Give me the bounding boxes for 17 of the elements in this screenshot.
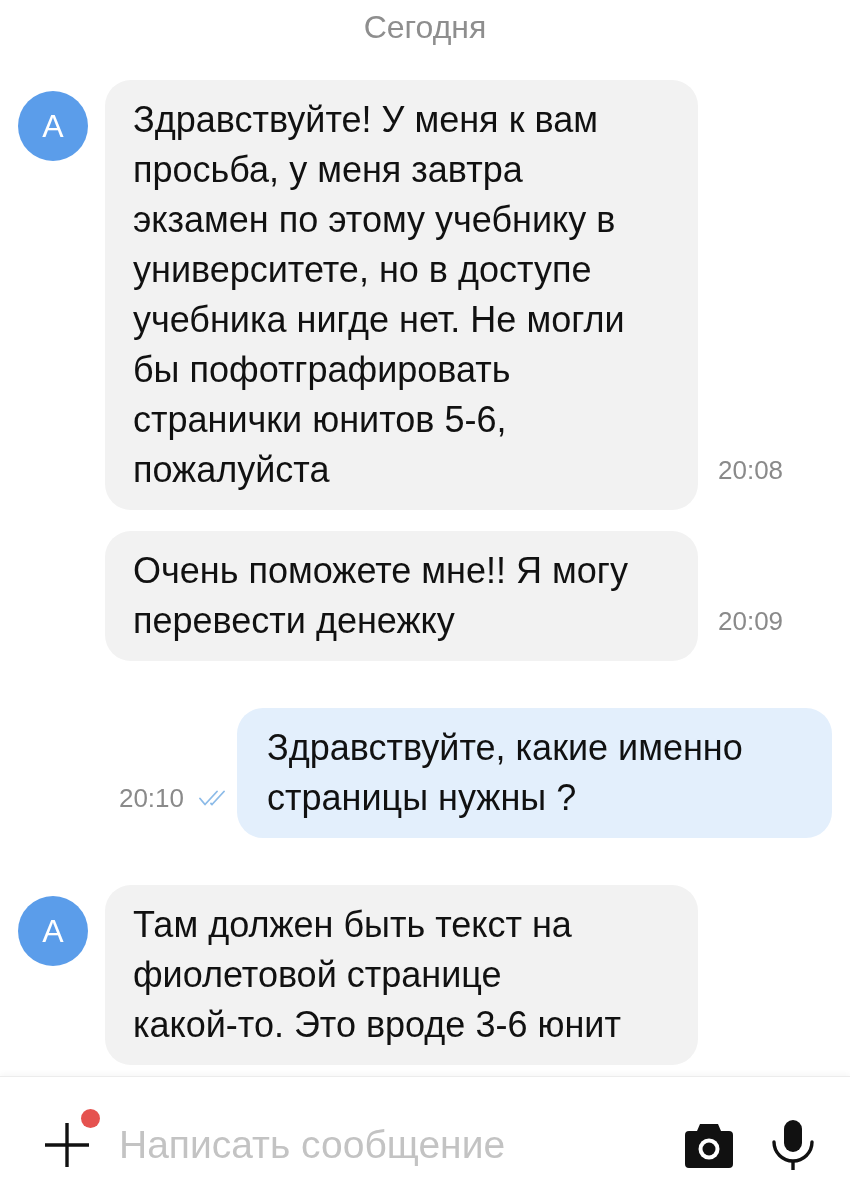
avatar: А [18,91,88,161]
microphone-button[interactable] [772,1119,814,1170]
message-input[interactable]: Написать сообщение [119,1121,665,1168]
attach-button[interactable] [45,1122,89,1167]
microphone-icon [772,1119,814,1170]
camera-icon [685,1121,733,1168]
message-text: Очень поможете мне!! Я могу перевести денежку [133,549,629,643]
message-time: 20:08 [718,455,784,485]
avatar: А [18,896,88,966]
camera-button[interactable] [685,1121,733,1168]
message-time: 20:09 [718,606,784,636]
message-text: Здравствуйте, какие именно страницы нужны ? [267,726,744,820]
plus-icon [45,1122,89,1167]
message-text: Там должен быть текст на фиолетовой странице какой-то. Это вроде 3-6 юнит [133,903,622,1047]
date-divider: Сегодня [363,8,487,46]
message-text: Здравствуйте! У меня к вам просьба, у меня завтра экзамен по этому учебнику в университете, но в доступе учебника нигде нет. Не могли бы пофотграфировать странички юнитов 5-6, пожалуйста [133,98,626,492]
message-time: 20:10 [118,783,184,813]
